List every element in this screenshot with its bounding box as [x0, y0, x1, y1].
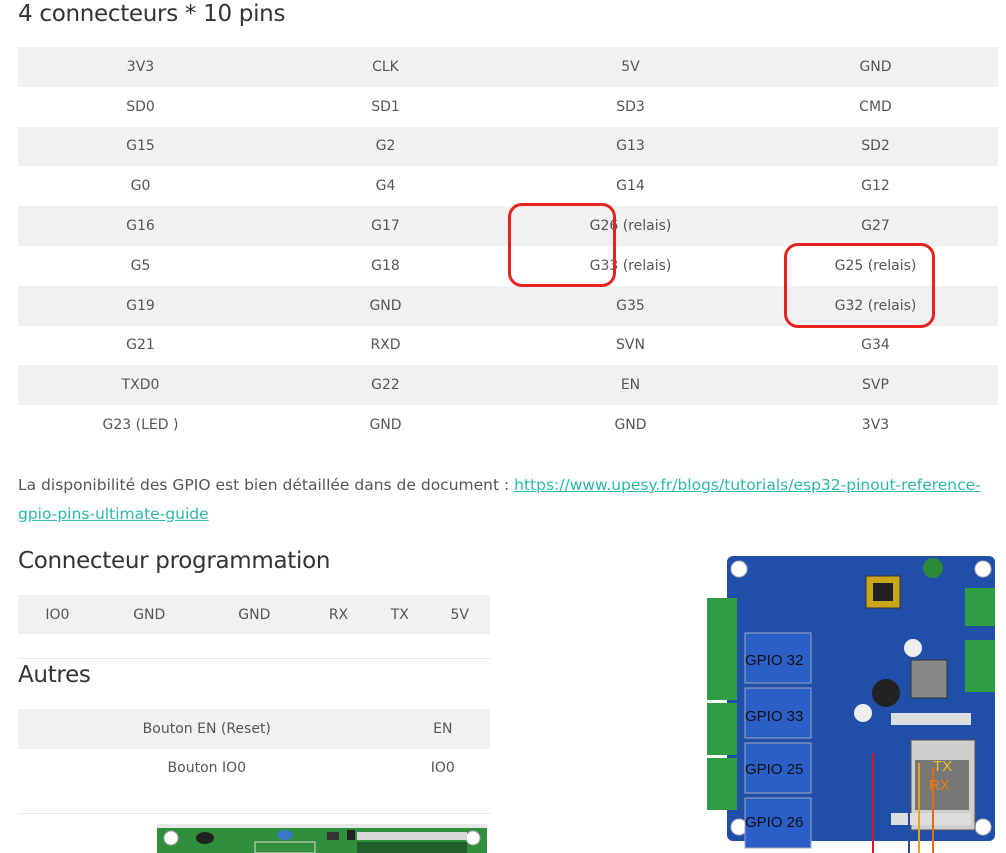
table-cell: GND	[859, 58, 892, 75]
table-cell: G4	[375, 178, 396, 195]
table-row: TXD0 G22 EN SVP	[18, 365, 998, 406]
table-cell: Bouton EN (Reset)	[142, 720, 271, 737]
table-cell: TXD0	[121, 377, 160, 394]
table-cell: G19	[126, 297, 155, 314]
table-row: G15 G2 G13 SD2	[18, 126, 998, 167]
table-row: G21 RXD SVN G34	[18, 326, 998, 366]
table-cell: G34	[861, 337, 890, 354]
table-cell: G15	[126, 138, 155, 155]
autres-table: Bouton EN (Reset) EN Bouton IO0 IO0	[18, 709, 490, 788]
gpio-label-26: GPIO 26	[745, 814, 804, 831]
table-row: Bouton IO0 IO0	[18, 749, 490, 789]
tx-label: TX	[933, 758, 953, 775]
table-row: SD0 SD1 SD3 CMD	[18, 87, 998, 127]
relay-board-photo: GPIO 32 GPIO 33 GPIO 25 GPIO 26 TX RX	[703, 548, 998, 853]
esp32-board-photo-partial	[157, 824, 487, 853]
table-cell: CLK	[372, 58, 399, 75]
table-cell: EN	[620, 377, 641, 394]
table-cell: EN	[433, 720, 453, 737]
gpio-label-32: GPIO 32	[745, 652, 804, 669]
table-cell: G27	[861, 218, 890, 235]
table-row: Bouton EN (Reset) EN	[18, 709, 490, 749]
table-cell: RX	[328, 606, 349, 623]
table-cell: SD2	[861, 138, 890, 155]
gpio-description: La disponibilité des GPIO est bien détai…	[18, 471, 993, 529]
table-cell: G22	[371, 377, 400, 394]
table-cell: CMD	[859, 98, 892, 115]
table-cell: G14	[616, 178, 645, 195]
table-cell: G35	[616, 297, 645, 314]
table-cell: IO0	[430, 760, 455, 777]
table-cell: GND	[614, 417, 647, 434]
prog-connector-table: IO0 GND GND RX TX 5V	[18, 595, 490, 634]
table-cell: 3V3	[126, 58, 155, 75]
section-heading-autres: Autres	[18, 662, 91, 688]
description-text: La disponibilité des GPIO est bien détai…	[18, 476, 515, 494]
table-cell: GND	[369, 417, 402, 434]
relay-highlight-circle-1	[508, 203, 616, 287]
table-cell: SVN	[616, 337, 645, 354]
table-cell: SD1	[371, 98, 400, 115]
table-cell: TX	[390, 606, 409, 623]
table-row: IO0 GND GND RX TX 5V	[18, 595, 490, 634]
section-heading-programmation: Connecteur programmation	[18, 548, 331, 574]
table-row: 3V3 CLK 5V GND	[18, 47, 998, 87]
section-heading-connecteurs: 4 connecteurs * 10 pins	[18, 1, 286, 27]
table-cell: SVP	[862, 377, 889, 394]
table-cell: GND	[133, 606, 166, 623]
divider	[18, 813, 490, 814]
table-cell: SD3	[616, 98, 645, 115]
table-row: G23 (LED ) GND GND 3V3	[18, 405, 998, 445]
table-cell: GND	[238, 606, 271, 623]
table-cell: G5	[130, 257, 151, 274]
table-cell: 5V	[450, 606, 469, 623]
relay-highlight-circle-2	[784, 243, 935, 328]
table-cell: G16	[126, 218, 155, 235]
table-cell: G17	[371, 218, 400, 235]
table-cell: GND	[369, 297, 402, 314]
table-cell: G12	[861, 178, 890, 195]
table-cell: IO0	[45, 606, 70, 623]
table-cell: Bouton IO0	[167, 760, 247, 777]
table-cell: RXD	[370, 337, 401, 354]
table-cell: G2	[375, 138, 396, 155]
gpio-label-25: GPIO 25	[745, 761, 804, 778]
table-cell: 3V3	[861, 417, 890, 434]
table-cell: G18	[371, 257, 400, 274]
gpio-label-33: GPIO 33	[745, 708, 804, 725]
table-cell: G21	[126, 337, 155, 354]
rx-label: RX	[929, 777, 950, 794]
table-cell: G13	[616, 138, 645, 155]
table-cell: G23 (LED )	[102, 417, 179, 434]
table-cell: 5V	[621, 58, 640, 75]
table-cell: SD0	[126, 98, 155, 115]
table-cell: G0	[130, 178, 151, 195]
table-row: G0 G4 G14 G12	[18, 166, 998, 206]
divider	[18, 658, 490, 659]
